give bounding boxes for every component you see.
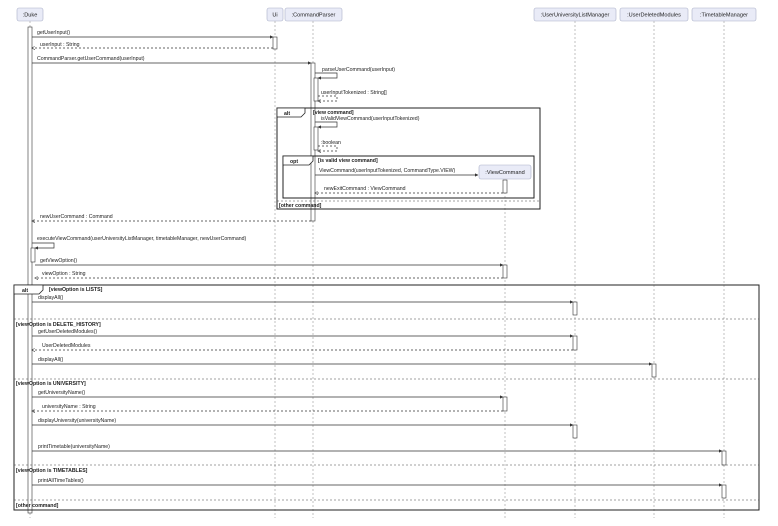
- message-label: ViewCommand(userInputTokenized, CommandT…: [319, 168, 456, 174]
- message-label: getUniversityName(): [38, 390, 86, 396]
- fragment-alt-outer-else-1: [viewOption is DELETE_HISTORY]: [16, 322, 101, 328]
- fragment-alt-outer-else-4: [other command]: [16, 503, 59, 509]
- activation-duke: [27, 26, 33, 514]
- participant-view-command[interactable]: :ViewCommand: [478, 164, 532, 180]
- message-label: :boolean: [321, 140, 341, 146]
- participant-duke-label: :Duke: [23, 13, 38, 19]
- message-label: displayUniversity(universityName): [38, 418, 116, 424]
- participant-user-deleted-modules[interactable]: :UserDeletedModules: [619, 7, 689, 22]
- activation-udm: [651, 363, 657, 378]
- fragment-alt-outer-keyword: alt: [22, 288, 28, 294]
- message-arrow: [315, 121, 338, 129]
- fragment-alt-inner: alt [view command] [other command]: [276, 107, 541, 210]
- message-label: getViewOption(): [40, 258, 77, 264]
- message-label: getUserDeletedModules(): [38, 329, 97, 335]
- message-labels: getUserInput() userInput : String Comman…: [37, 30, 456, 484]
- participant-ui-label: Ui: [272, 13, 277, 19]
- participant-timetable-manager[interactable]: :TimetableManager: [691, 7, 757, 22]
- activation-duke-nested: [30, 247, 36, 263]
- message-label: CommandParser.getUserCommand(userInput): [37, 56, 145, 62]
- messages: [32, 35, 723, 487]
- message-label: newExitCommand : ViewCommand: [324, 186, 406, 192]
- message-label: printTimetable(universityName): [38, 444, 110, 450]
- participant-tm-label: :TimetableManager: [700, 13, 748, 19]
- fragment-opt-keyword: opt: [290, 159, 298, 165]
- message-label: parseUserCommand(userInput): [322, 67, 395, 73]
- participant-vc-label: :ViewCommand: [485, 170, 524, 176]
- participant-udm-label: :UserDeletedModules: [627, 13, 681, 19]
- message-label: executeViewCommand(userUniversityListMan…: [37, 236, 246, 242]
- message-arrow: [318, 95, 338, 101]
- activations: [27, 26, 727, 514]
- sequence-diagram: :Duke Ui :CommandParser :UserUniversityL…: [13, 7, 760, 518]
- message-label: userInput : String: [40, 42, 80, 48]
- activation-ulm-3: [572, 424, 578, 439]
- participant-ulm-label: :UserUniversityListManager: [541, 13, 610, 19]
- activation-tm-1: [721, 450, 727, 466]
- fragment-alt-outer-guard: [viewOption is LISTS]: [49, 287, 103, 293]
- message-arrow: [32, 242, 55, 250]
- participant-duke[interactable]: :Duke: [16, 7, 44, 22]
- activation-cp-nested-1: [313, 77, 319, 102]
- fragment-opt-guard: [is valid view command]: [318, 158, 378, 164]
- message-arrow: [318, 145, 338, 151]
- activation-cp-nested-2: [313, 126, 319, 151]
- activation-ulm-2: [572, 335, 578, 351]
- participant-ui[interactable]: Ui: [266, 7, 284, 22]
- message-label: userInputTokenized : String[]: [321, 90, 387, 96]
- activation-tm-2: [721, 484, 727, 499]
- participant-command-parser[interactable]: :CommandParser: [284, 7, 343, 22]
- participant-command-parser-label: :CommandParser: [292, 13, 336, 19]
- message-label: UserDeletedModules: [42, 343, 91, 349]
- message-label: displayAll(): [38, 295, 64, 301]
- message-label: universityName : String: [42, 404, 96, 410]
- fragment-alt-inner-keyword: alt: [284, 111, 290, 117]
- activation-vc-3: [502, 396, 508, 412]
- fragment-alt-outer-else-2: [viewOption is UNIVERSITY]: [16, 381, 86, 387]
- activation-vc-2: [502, 264, 508, 279]
- message-label: getUserInput(): [37, 30, 70, 36]
- fragment-alt-outer: alt [viewOption is LISTS] [viewOption is…: [13, 284, 760, 511]
- fragment-alt-outer-else-3: [viewOption is TIMETABLES]: [16, 468, 88, 474]
- message-label: newUserCommand : Command: [40, 214, 113, 220]
- activation-ulm-1: [572, 301, 578, 316]
- activation-vc: [502, 179, 508, 194]
- message-label: displayAll(): [38, 357, 64, 363]
- message-arrow: [315, 72, 338, 80]
- activation-ui: [272, 36, 278, 50]
- message-label: printAllTimeTables(): [38, 478, 84, 484]
- participant-user-university-list-manager[interactable]: :UserUniversityListManager: [533, 7, 617, 22]
- message-label: viewOption : String: [42, 271, 86, 277]
- message-label: isValidViewCommand(userInputTokenized): [321, 116, 420, 122]
- fragment-alt-inner-else: [other command]: [279, 203, 322, 209]
